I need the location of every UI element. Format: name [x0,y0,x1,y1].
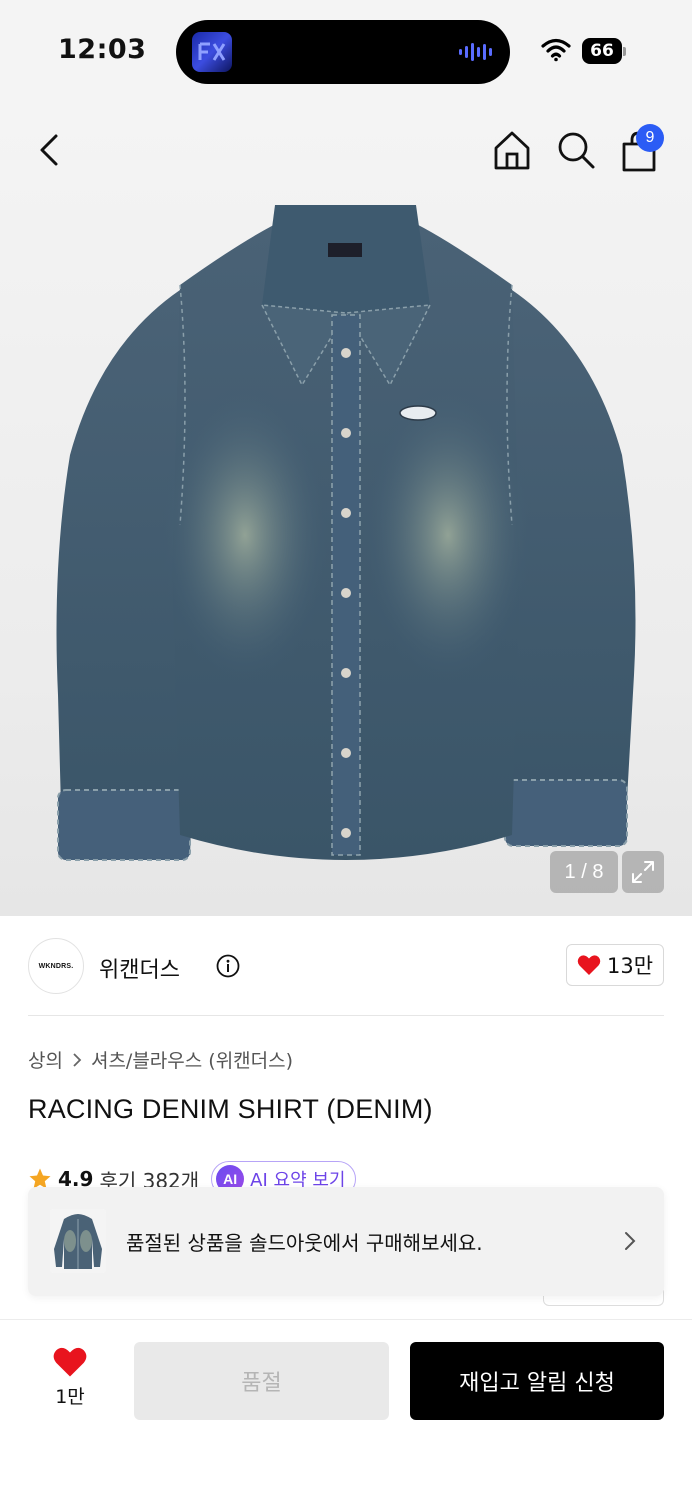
search-icon[interactable] [554,128,598,172]
battery-level: 66 [582,38,622,64]
product-image[interactable] [40,195,652,865]
soldout-button: 품절 [134,1342,389,1420]
image-counter: 1 / 8 [550,851,618,893]
product-gallery[interactable]: 9 1 / 8 [0,100,692,916]
banner-product-thumbnail [50,1209,106,1273]
breadcrumb-category[interactable]: 상의 [28,1046,63,1073]
breadcrumb: 상의 셔츠/블라우스 (위캔더스) [28,1046,293,1073]
wishlist-button[interactable]: 1만 [38,1346,102,1416]
wishlist-count: 1만 [55,1386,85,1408]
brand-row: WKNDRS. 위캔더스 13만 [28,938,664,994]
brand-like-count: 13만 [606,954,654,978]
shopping-bag-button[interactable]: 9 [616,124,664,174]
breadcrumb-subcategory[interactable]: 셔츠/블라우스 (위캔더스) [91,1046,293,1073]
soldout-banner[interactable]: 품절된 상품을 솔드아웃에서 구매해보세요. [28,1187,664,1296]
now-playing-thumbnail [192,32,232,72]
brand-logo[interactable]: WKNDRS. [28,938,84,994]
brand-name[interactable]: 위캔더스 [99,952,180,984]
chevron-right-icon [625,1232,636,1250]
restock-alert-button[interactable]: 재입고 알림 신청 [410,1342,664,1420]
info-icon[interactable] [216,954,240,978]
bottom-action-bar: 1만 품절 재입고 알림 신청 [0,1319,692,1500]
back-icon[interactable] [30,130,70,170]
expand-button[interactable] [622,851,664,893]
battery-icon: 66 [582,38,626,64]
dynamic-island[interactable] [176,20,510,84]
heart-icon [577,955,601,975]
status-time: 12:03 [58,34,147,65]
chevron-right-icon [73,1052,82,1067]
audio-wave-icon [459,42,492,62]
home-icon[interactable] [490,128,534,172]
product-title: RACING DENIM SHIRT (DENIM) [28,1094,433,1124]
expand-icon [632,861,654,883]
cart-count-badge: 9 [636,124,664,152]
divider [28,1015,664,1016]
wifi-icon [541,38,571,62]
status-bar: 12:03 66 [0,0,692,100]
heart-icon [53,1347,87,1377]
soldout-banner-text: 품절된 상품을 솔드아웃에서 구매해보세요. [126,1231,483,1255]
brand-like-button[interactable]: 13만 [566,944,664,986]
